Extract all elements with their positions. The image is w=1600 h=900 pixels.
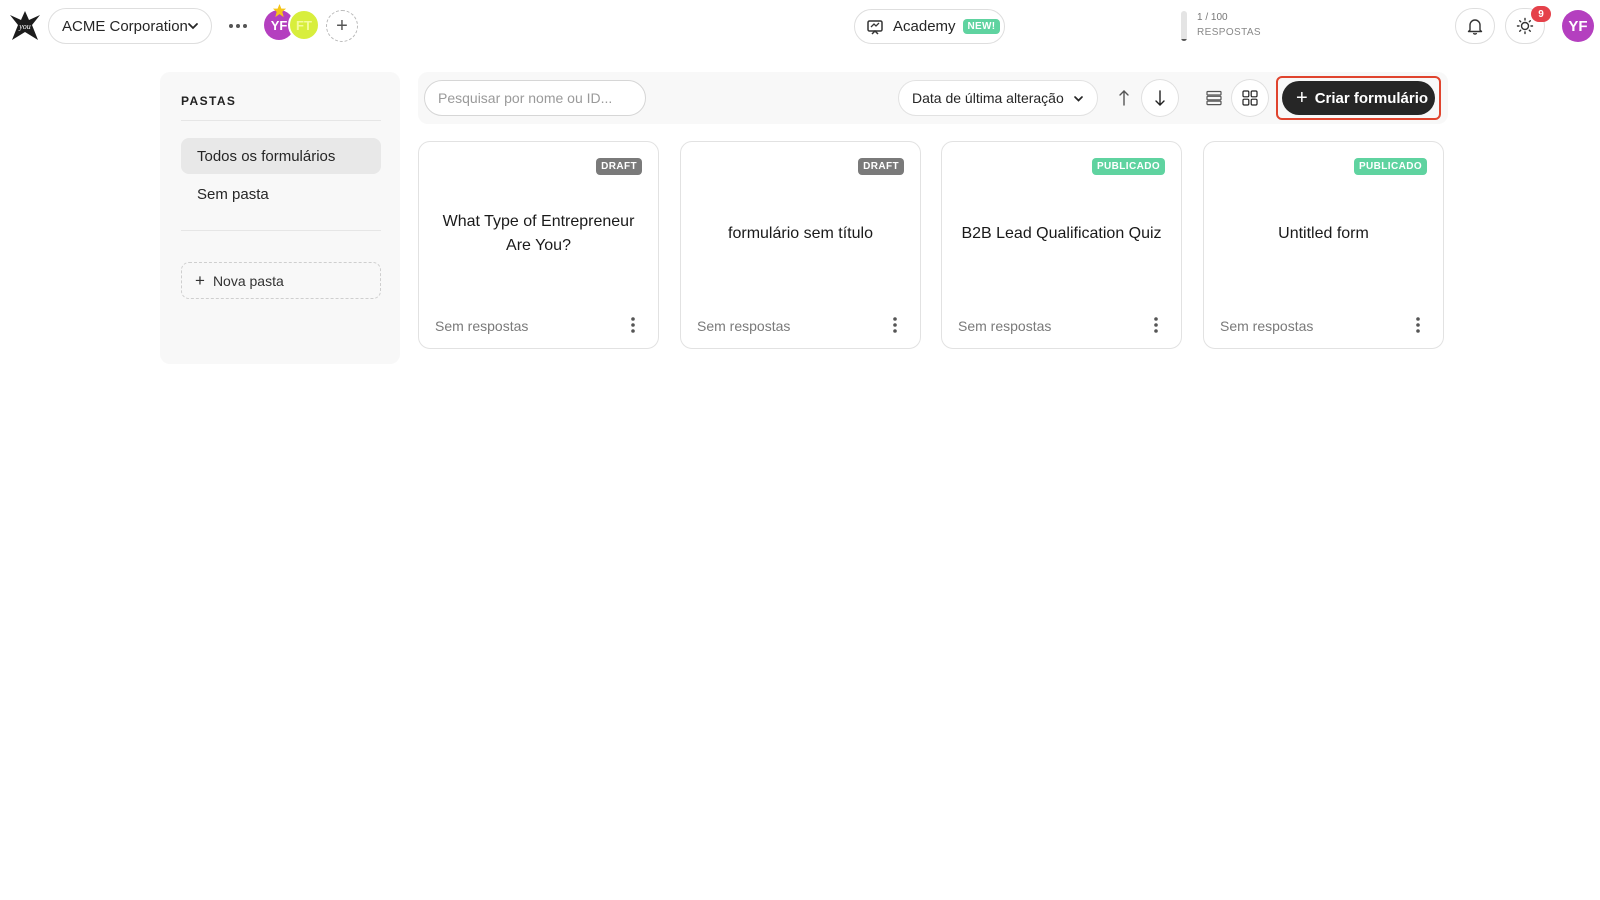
form-card[interactable]: DRAFT formulário sem título Sem resposta… [680, 141, 921, 349]
more-options-icon[interactable] [226, 14, 250, 38]
folders-title: PASTAS [181, 94, 237, 108]
status-badge: PUBLICADO [1091, 158, 1165, 175]
form-card[interactable]: PUBLICADO B2B Lead Qualification Quiz Se… [941, 141, 1182, 349]
list-view-icon [1206, 90, 1222, 106]
list-view-button[interactable] [1196, 80, 1232, 116]
sort-descending-button[interactable] [1142, 80, 1178, 116]
kebab-menu-icon[interactable] [1147, 315, 1165, 335]
arrow-up-icon [1119, 90, 1129, 106]
view-mode-toggle [1196, 80, 1268, 116]
form-title: formulário sem título [728, 225, 873, 242]
status-badge: PUBLICADO [1353, 158, 1427, 175]
form-title: Untitled form [1278, 225, 1369, 242]
svg-text:you: you [18, 22, 31, 31]
chevron-down-icon [1074, 96, 1083, 102]
responses-usage-fill [1181, 39, 1187, 41]
responses-label: RESPOSTAS [1197, 27, 1261, 38]
form-title: What Type of Entrepreneur Are You? [442, 213, 635, 254]
notification-count-badge: 9 [1531, 6, 1551, 22]
member-avatar-ft[interactable]: FT [288, 9, 320, 41]
app-logo[interactable]: you [8, 9, 42, 43]
sidebar-item-all-forms[interactable]: Todos os formulários [181, 138, 381, 174]
owner-star-icon [272, 3, 287, 18]
folders-sidebar: PASTAS Todos os formulários Sem pasta + … [160, 72, 400, 364]
user-avatar[interactable]: YF [1562, 10, 1594, 42]
status-badge: DRAFT [596, 158, 642, 175]
sort-dropdown[interactable]: Data de última alteração [898, 80, 1098, 116]
sort-ascending-button[interactable] [1106, 80, 1142, 116]
forms-toolbar: Data de última alteração [418, 72, 1448, 124]
kebab-menu-icon[interactable] [886, 315, 904, 335]
academy-button[interactable]: Academy NEW! [854, 9, 1005, 44]
bell-icon [1467, 19, 1483, 35]
plus-icon: + [195, 270, 205, 290]
new-badge: NEW! [962, 19, 1001, 34]
academy-icon [867, 19, 883, 35]
academy-label: Academy [893, 18, 956, 35]
form-responses: Sem respostas [958, 318, 1052, 334]
form-responses: Sem respostas [1220, 318, 1314, 334]
responses-count: 1 / 100 [1197, 12, 1228, 23]
top-bar: you ACME Corporation YF FT + Academy NEW… [0, 0, 1600, 52]
forms-grid: DRAFT What Type of Entrepreneur Are You?… [418, 141, 1448, 349]
kebab-menu-icon[interactable] [624, 315, 642, 335]
chevron-down-icon [188, 23, 198, 30]
sort-direction-toggle [1106, 80, 1178, 116]
create-form-button[interactable]: + Criar formulário [1282, 81, 1435, 115]
responses-usage-bar [1181, 11, 1187, 41]
new-folder-button[interactable]: + Nova pasta [181, 262, 381, 299]
divider [181, 230, 381, 231]
form-responses: Sem respostas [697, 318, 791, 334]
form-responses: Sem respostas [435, 318, 529, 334]
grid-view-icon [1242, 90, 1258, 106]
notifications-button[interactable] [1455, 8, 1495, 44]
form-card[interactable]: DRAFT What Type of Entrepreneur Are You?… [418, 141, 659, 349]
divider [181, 120, 381, 121]
grid-view-button[interactable] [1232, 80, 1268, 116]
workspace-selector[interactable]: ACME Corporation [48, 8, 212, 44]
sidebar-item-no-folder[interactable]: Sem pasta [181, 176, 381, 212]
sun-icon [1516, 17, 1534, 35]
search-input[interactable] [424, 80, 646, 116]
arrow-down-icon [1155, 90, 1165, 106]
add-member-button[interactable]: + [326, 10, 358, 42]
kebab-menu-icon[interactable] [1409, 315, 1427, 335]
workspace-name: ACME Corporation [62, 17, 188, 35]
plus-icon: + [1296, 87, 1308, 109]
form-card[interactable]: PUBLICADO Untitled form Sem respostas [1203, 141, 1444, 349]
plus-icon: + [336, 14, 348, 37]
form-title: B2B Lead Qualification Quiz [961, 225, 1162, 242]
status-badge: DRAFT [858, 158, 904, 175]
